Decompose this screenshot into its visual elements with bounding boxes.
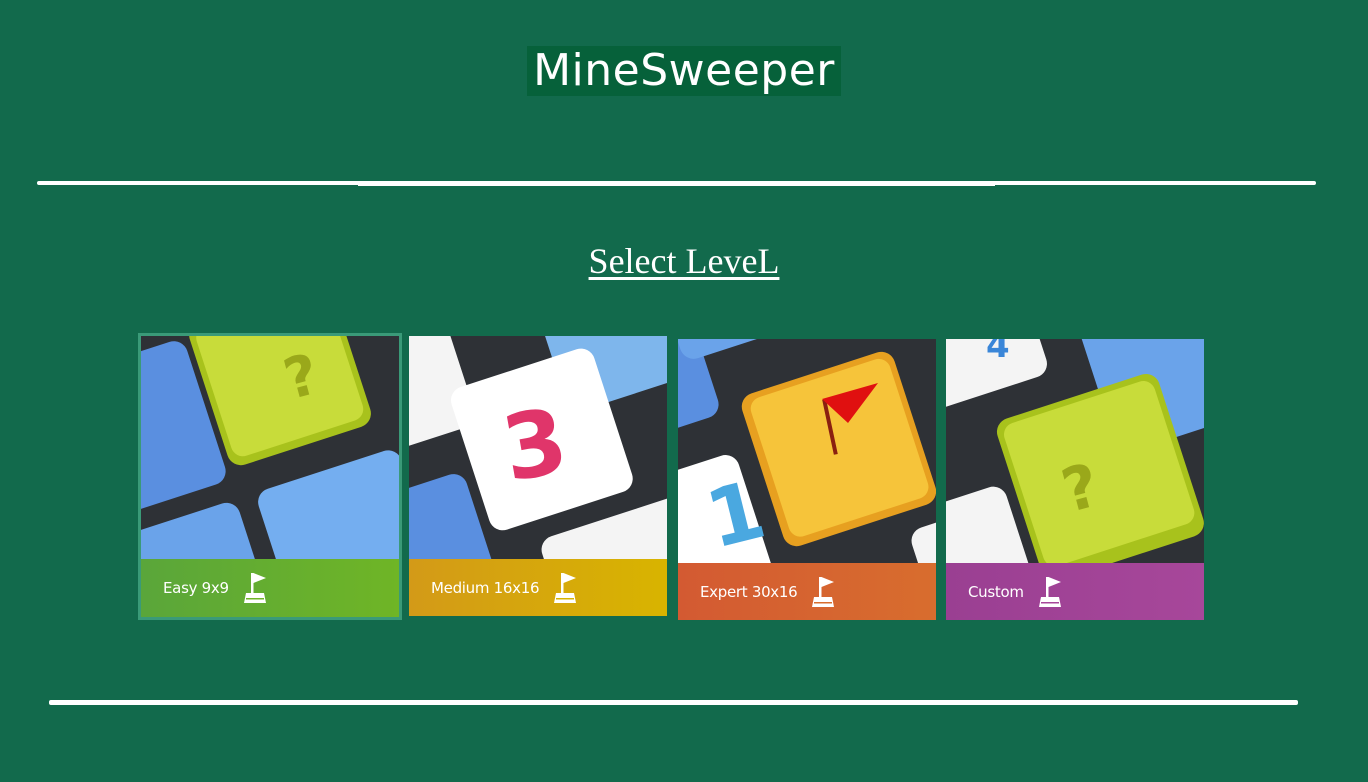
level-tile-easy[interactable]: ? Easy 9x9 xyxy=(138,333,402,620)
tile-medium-artwork: 3 xyxy=(409,336,667,559)
title-container: MineSweeper xyxy=(0,46,1368,96)
tile-custom-label: Custom xyxy=(968,582,1024,601)
top-divider-center xyxy=(358,181,995,186)
number-four-glyph: 4 xyxy=(986,339,1010,366)
app-title: MineSweeper xyxy=(527,46,841,96)
tile-custom-artwork: ? 4 xyxy=(946,339,1204,563)
select-level-heading: Select LeveL xyxy=(588,241,780,281)
level-tile-custom[interactable]: ? 4 Custom xyxy=(946,339,1204,620)
tile-expert-label: Expert 30x16 xyxy=(700,582,798,601)
tile-custom-bar: Custom xyxy=(946,563,1204,620)
tile-easy-bar: Easy 9x9 xyxy=(141,559,399,617)
tile-medium-label: Medium 16x16 xyxy=(431,578,540,597)
flag-icon xyxy=(554,572,577,603)
level-tile-medium[interactable]: 3 Medium 16x16 xyxy=(409,336,667,616)
tile-expert-artwork: 1 xyxy=(678,339,936,563)
tile-easy-label: Easy 9x9 xyxy=(163,579,229,597)
level-tile-expert[interactable]: 1 Expert 30x16 xyxy=(678,339,936,620)
flag-icon xyxy=(243,573,266,603)
bottom-divider xyxy=(49,700,1298,705)
flag-icon xyxy=(812,576,835,607)
tile-expert-bar: Expert 30x16 xyxy=(678,563,936,620)
tile-medium-bar: Medium 16x16 xyxy=(409,559,667,616)
flag-icon xyxy=(1038,576,1061,607)
tile-easy-artwork: ? xyxy=(141,336,399,559)
